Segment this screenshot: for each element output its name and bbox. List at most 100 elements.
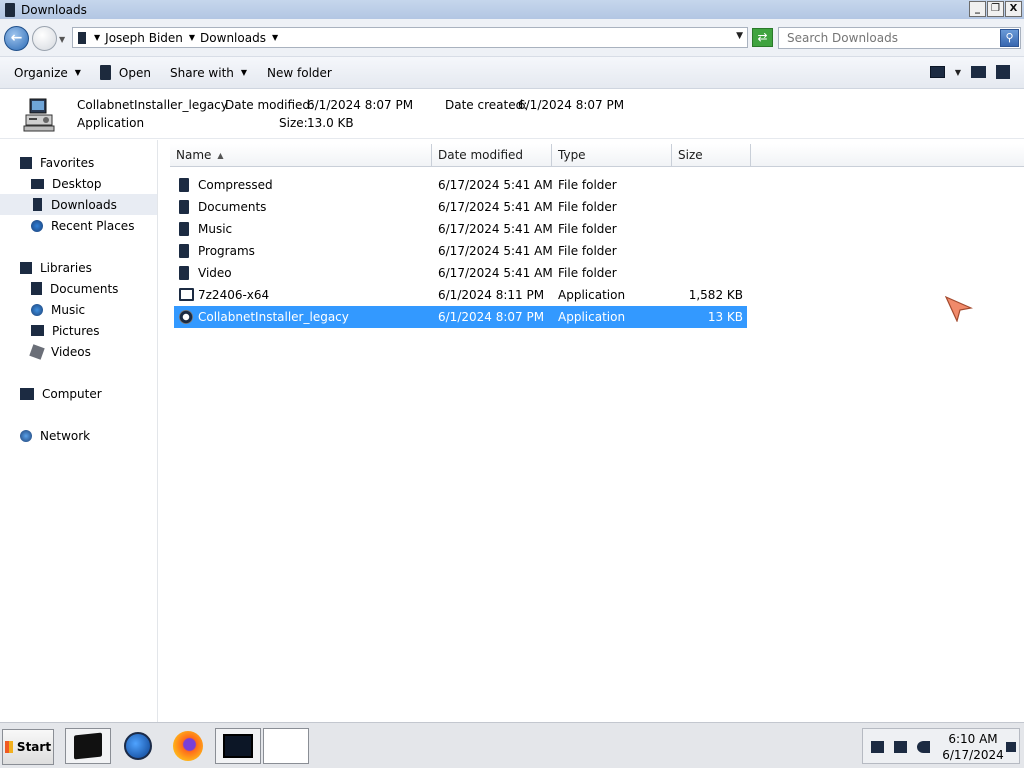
change-view-icon[interactable] <box>929 66 945 78</box>
details-modified-label: Date modified: <box>225 98 315 112</box>
folder-icon <box>179 244 189 258</box>
column-header-type[interactable]: Type <box>552 144 672 167</box>
details-filename: CollabnetInstaller_legacy <box>77 98 228 112</box>
organize-menu[interactable]: Organize ▼ <box>7 57 88 88</box>
view-options-dropdown[interactable]: ▼ <box>955 68 961 77</box>
folder-icon <box>179 200 189 214</box>
details-size-label: Size: <box>279 116 308 130</box>
address-dropdown-icon[interactable]: ▼ <box>736 31 743 41</box>
clock-time[interactable]: 6:10 AM <box>943 732 1003 746</box>
file-type: Application <box>558 310 626 324</box>
nav-videos[interactable]: Videos <box>29 341 156 362</box>
breadcrumb-joseph-biden[interactable]: Joseph Biden <box>105 31 183 45</box>
nav-computer-label: Computer <box>42 386 102 401</box>
new-folder-button[interactable]: New folder <box>260 57 339 88</box>
taskbar-firefox[interactable] <box>165 728 211 764</box>
file-size: 13 KB <box>707 310 743 324</box>
show-desktop-icon[interactable] <box>1006 742 1016 752</box>
explorer-window-icon <box>223 734 253 758</box>
forward-button[interactable] <box>32 26 57 51</box>
taskbar-explorer[interactable] <box>215 728 261 764</box>
title-bar[interactable]: Downloads _ ❐ X <box>0 0 1024 19</box>
close-button[interactable]: X <box>1005 1 1022 17</box>
window-controls: _ ❐ X <box>969 1 1022 17</box>
nav-desktop[interactable]: Desktop <box>31 173 156 194</box>
nav-libraries[interactable]: Libraries <box>20 257 156 278</box>
preview-pane-icon[interactable] <box>971 66 986 78</box>
file-date: 6/17/2024 5:41 AM <box>438 178 553 192</box>
file-row-music[interactable]: Music 6/17/2024 5:41 AM File folder <box>174 218 747 240</box>
share-with-menu[interactable]: Share with ▼ <box>163 57 254 88</box>
open-icon <box>99 65 111 80</box>
7zip-app-icon <box>179 288 194 301</box>
downloads-icon <box>33 198 42 211</box>
videos-icon <box>29 343 45 360</box>
nav-computer[interactable]: Computer <box>20 383 156 404</box>
taskbar-active-window[interactable] <box>263 728 309 764</box>
refresh-button[interactable]: ⇄ <box>752 28 773 47</box>
nav-recent-places[interactable]: Recent Places <box>31 215 156 236</box>
breadcrumb-chevron-icon[interactable]: ▼ <box>272 33 278 42</box>
nav-documents-label: Documents <box>50 281 119 296</box>
details-pane: CollabnetInstaller_legacy Application Da… <box>0 89 1024 139</box>
file-date: 6/17/2024 5:41 AM <box>438 222 553 236</box>
computer-icon <box>20 387 34 400</box>
volume-icon[interactable] <box>917 741 930 753</box>
minimize-button[interactable]: _ <box>969 1 986 17</box>
file-row-7z2406-x64[interactable]: 7z2406-x64 6/1/2024 8:11 PM Application … <box>174 284 747 306</box>
folder-icon <box>179 222 189 236</box>
taskbar-command-prompt[interactable] <box>65 728 111 764</box>
security-shield-icon[interactable] <box>871 741 884 753</box>
share-with-label: Share with <box>169 65 234 80</box>
open-button[interactable]: Open <box>93 57 158 88</box>
firefox-icon <box>173 731 203 761</box>
file-row-programs[interactable]: Programs 6/17/2024 5:41 AM File folder <box>174 240 747 262</box>
nav-network[interactable]: Network <box>20 425 156 446</box>
breadcrumb-chevron-icon[interactable]: ▼ <box>189 33 195 42</box>
installer-icon <box>23 98 55 132</box>
nav-favorites[interactable]: Favorites <box>20 152 156 173</box>
nav-downloads[interactable]: Downloads <box>0 194 157 215</box>
recent-places-icon <box>31 219 43 232</box>
command-bar: Organize ▼ Open Share with ▼ New folder … <box>0 57 1024 89</box>
breadcrumb-chevron-icon[interactable]: ▼ <box>94 33 100 42</box>
file-type: File folder <box>558 266 617 280</box>
recent-pages-dropdown[interactable]: ▼ <box>59 35 65 44</box>
file-name: Programs <box>198 244 255 258</box>
column-header-size[interactable]: Size <box>672 144 751 167</box>
back-button[interactable]: ← <box>4 26 29 51</box>
search-icon[interactable]: ⚲ <box>1000 29 1019 47</box>
navigation-pane: Favorites Desktop Downloads Recent Place… <box>0 140 158 722</box>
details-modified-value: 6/1/2024 8:07 PM <box>307 98 414 112</box>
display-icon[interactable] <box>894 741 907 753</box>
details-size-value: 13.0 KB <box>307 116 354 130</box>
column-header-date[interactable]: Date modified <box>432 144 552 167</box>
windows-flag-icon <box>4 741 13 753</box>
column-name-label: Name <box>176 148 212 162</box>
nav-downloads-label: Downloads <box>51 197 117 212</box>
file-row-collabnetinstaller-legacy[interactable]: CollabnetInstaller_legacy 6/1/2024 8:07 … <box>174 306 747 328</box>
column-date-label: Date modified <box>438 148 524 162</box>
start-label: Start <box>16 740 52 754</box>
nav-documents[interactable]: Documents <box>31 278 156 299</box>
new-folder-label: New folder <box>267 65 332 80</box>
file-row-video[interactable]: Video 6/17/2024 5:41 AM File folder <box>174 262 747 284</box>
nav-pictures[interactable]: Pictures <box>31 320 156 341</box>
breadcrumb-downloads[interactable]: Downloads <box>200 31 266 45</box>
search-input[interactable] <box>779 28 999 48</box>
column-header-name[interactable]: Name ▲ <box>170 144 432 167</box>
pictures-icon <box>31 325 44 336</box>
address-bar[interactable]: ▼ Joseph Biden ▼ Downloads ▼ ▼ <box>72 27 748 48</box>
media-player-icon <box>124 732 152 760</box>
nav-music[interactable]: Music <box>31 299 156 320</box>
help-icon[interactable] <box>996 65 1010 79</box>
file-name: CollabnetInstaller_legacy <box>198 310 349 324</box>
nav-videos-label: Videos <box>51 344 91 359</box>
taskbar-media-player[interactable] <box>115 728 161 764</box>
start-button[interactable]: Start <box>2 729 54 765</box>
file-row-compressed[interactable]: Compressed 6/17/2024 5:41 AM File folder <box>174 174 747 196</box>
nav-libraries-label: Libraries <box>40 260 92 275</box>
clock-date[interactable]: 6/17/2024 <box>941 748 1005 762</box>
file-row-documents[interactable]: Documents 6/17/2024 5:41 AM File folder <box>174 196 747 218</box>
restore-button[interactable]: ❐ <box>987 1 1004 17</box>
